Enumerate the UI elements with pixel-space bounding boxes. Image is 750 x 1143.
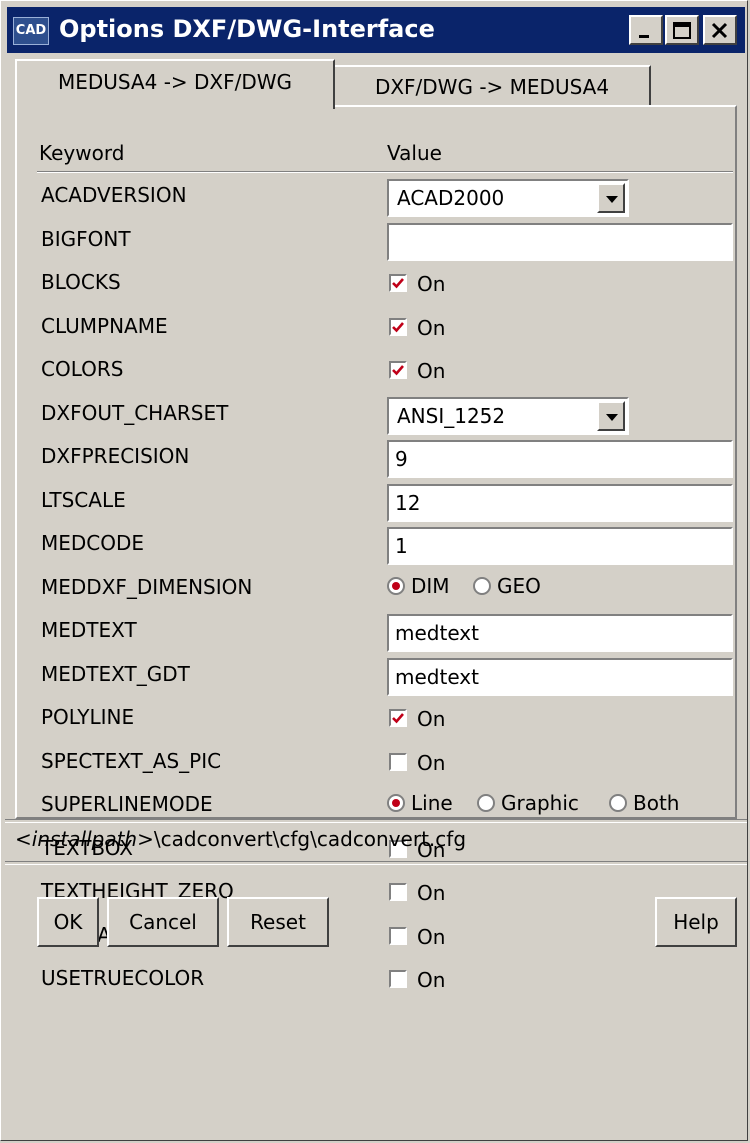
radio-line[interactable]	[387, 794, 405, 812]
option-row: BIGFONT	[1, 219, 750, 261]
option-row: CLUMPNAME On	[1, 306, 750, 346]
radio-graphic[interactable]	[477, 794, 495, 812]
option-keyword: MEDTEXT_GDT	[41, 662, 190, 686]
radio-label: DIM	[411, 574, 450, 598]
checkmark-icon	[392, 713, 404, 724]
option-row: MEDDXF_DIMENSION DIM GEO	[1, 567, 750, 607]
option-row: MEDCODE 1	[1, 523, 750, 565]
radio-label: Graphic	[501, 791, 579, 815]
option-keyword: POLYLINE	[41, 705, 135, 729]
option-row: BLOCKS On	[1, 262, 750, 302]
option-text-field[interactable]	[387, 223, 733, 261]
option-checkbox[interactable]	[389, 361, 407, 379]
option-select[interactable]: ACAD2000	[387, 179, 629, 217]
select-value: ANSI_1252	[397, 404, 506, 428]
option-keyword: DXFPRECISION	[41, 444, 190, 468]
header-divider	[37, 171, 733, 173]
option-text-field[interactable]: 12	[387, 484, 733, 522]
option-keyword: MEDDXF_DIMENSION	[41, 575, 253, 599]
option-row: DXFOUT_CHARSET ANSI_1252	[1, 393, 750, 435]
option-select[interactable]: ANSI_1252	[387, 397, 629, 435]
option-checkbox[interactable]	[389, 274, 407, 292]
maximize-button[interactable]	[665, 15, 699, 45]
option-text-field[interactable]: medtext	[387, 658, 733, 696]
radio-dim[interactable]	[387, 577, 405, 595]
option-keyword: CLUMPNAME	[41, 314, 168, 338]
option-keyword: BIGFONT	[41, 227, 131, 251]
checkbox-label: On	[417, 968, 446, 992]
title-bar[interactable]: CAD Options DXF/DWG-Interface	[7, 7, 745, 53]
option-row: SUPERLINEMODE Line Graphic Both	[1, 784, 750, 824]
app-icon: CAD	[13, 17, 49, 45]
option-row: LTSCALE 12	[1, 480, 750, 522]
option-keyword: LTSCALE	[41, 488, 126, 512]
option-row: COLORS On	[1, 349, 750, 389]
radio-label: Both	[633, 791, 680, 815]
radio-label: GEO	[497, 574, 541, 598]
checkbox-label: On	[417, 881, 446, 905]
option-row: MEDTEXT_GDT medtext	[1, 654, 750, 696]
option-keyword: SPECTEXT_AS_PIC	[41, 749, 222, 773]
checkmark-icon	[392, 322, 404, 333]
radio-both[interactable]	[609, 794, 627, 812]
option-checkbox[interactable]	[389, 318, 407, 336]
tab-medusa4-to-dxf[interactable]: MEDUSA4 -> DXF/DWG	[15, 59, 335, 109]
close-button[interactable]	[703, 15, 737, 45]
minimize-button[interactable]	[629, 15, 663, 45]
value-column-header: Value	[387, 141, 442, 165]
option-keyword: MEDTEXT	[41, 618, 137, 642]
divider	[5, 861, 747, 865]
checkbox-label: On	[417, 272, 446, 296]
option-row: ACADVERSION ACAD2000	[1, 175, 750, 217]
divider	[5, 819, 747, 823]
option-keyword: DXFOUT_CHARSET	[41, 401, 229, 425]
radio-geo[interactable]	[473, 577, 491, 595]
checkmark-icon	[392, 365, 404, 376]
option-row: MEDTEXT medtext	[1, 610, 750, 652]
option-text-field[interactable]: medtext	[387, 614, 733, 652]
options-dialog: CAD Options DXF/DWG-Interface MEDUSA4 ->…	[0, 0, 748, 1141]
help-button[interactable]: Help	[655, 897, 737, 947]
option-text-field[interactable]: 9	[387, 440, 733, 478]
option-keyword: BLOCKS	[41, 270, 121, 294]
minimize-icon	[639, 35, 649, 38]
checkbox-label: On	[417, 751, 446, 775]
window-title: Options DXF/DWG-Interface	[59, 15, 435, 43]
option-keyword: SUPERLINEMODE	[41, 792, 213, 816]
select-value: ACAD2000	[397, 186, 505, 210]
option-keyword: USETRUECOLOR	[41, 966, 205, 990]
cancel-button[interactable]: Cancel	[107, 897, 219, 947]
option-checkbox[interactable]	[389, 970, 407, 988]
option-row: USETRUECOLOR On	[1, 958, 750, 998]
checkmark-icon	[392, 278, 404, 289]
option-row: POLYLINE On	[1, 697, 750, 737]
option-checkbox[interactable]	[389, 927, 407, 945]
config-path-prefix: <installpath>	[15, 827, 154, 851]
option-keyword: COLORS	[41, 357, 124, 381]
ok-button[interactable]: OK	[37, 897, 99, 947]
option-row: SPECTEXT_AS_PIC On	[1, 741, 750, 781]
option-checkbox[interactable]	[389, 709, 407, 727]
option-checkbox[interactable]	[389, 883, 407, 901]
checkbox-label: On	[417, 316, 446, 340]
option-row: DXFPRECISION 9	[1, 436, 750, 478]
option-checkbox[interactable]	[389, 753, 407, 771]
reset-button[interactable]: Reset	[227, 897, 329, 947]
chevron-down-icon[interactable]	[597, 183, 625, 213]
radio-label: Line	[411, 791, 453, 815]
keyword-column-header: Keyword	[39, 141, 125, 165]
option-text-field[interactable]: 1	[387, 527, 733, 565]
option-keyword: MEDCODE	[41, 531, 145, 555]
option-keyword: ACADVERSION	[41, 183, 187, 207]
checkbox-label: On	[417, 707, 446, 731]
maximize-icon	[673, 22, 691, 39]
checkbox-label: On	[417, 925, 446, 949]
chevron-down-icon[interactable]	[597, 401, 625, 431]
config-path-suffix: \cadconvert\cfg\cadconvert.cfg	[153, 827, 467, 851]
close-icon	[711, 22, 728, 39]
checkbox-label: On	[417, 359, 446, 383]
tab-dxf-to-medusa4[interactable]: DXF/DWG -> MEDUSA4	[335, 65, 651, 107]
config-path: <installpath>\cadconvert\cfg\cadconvert.…	[15, 827, 466, 851]
